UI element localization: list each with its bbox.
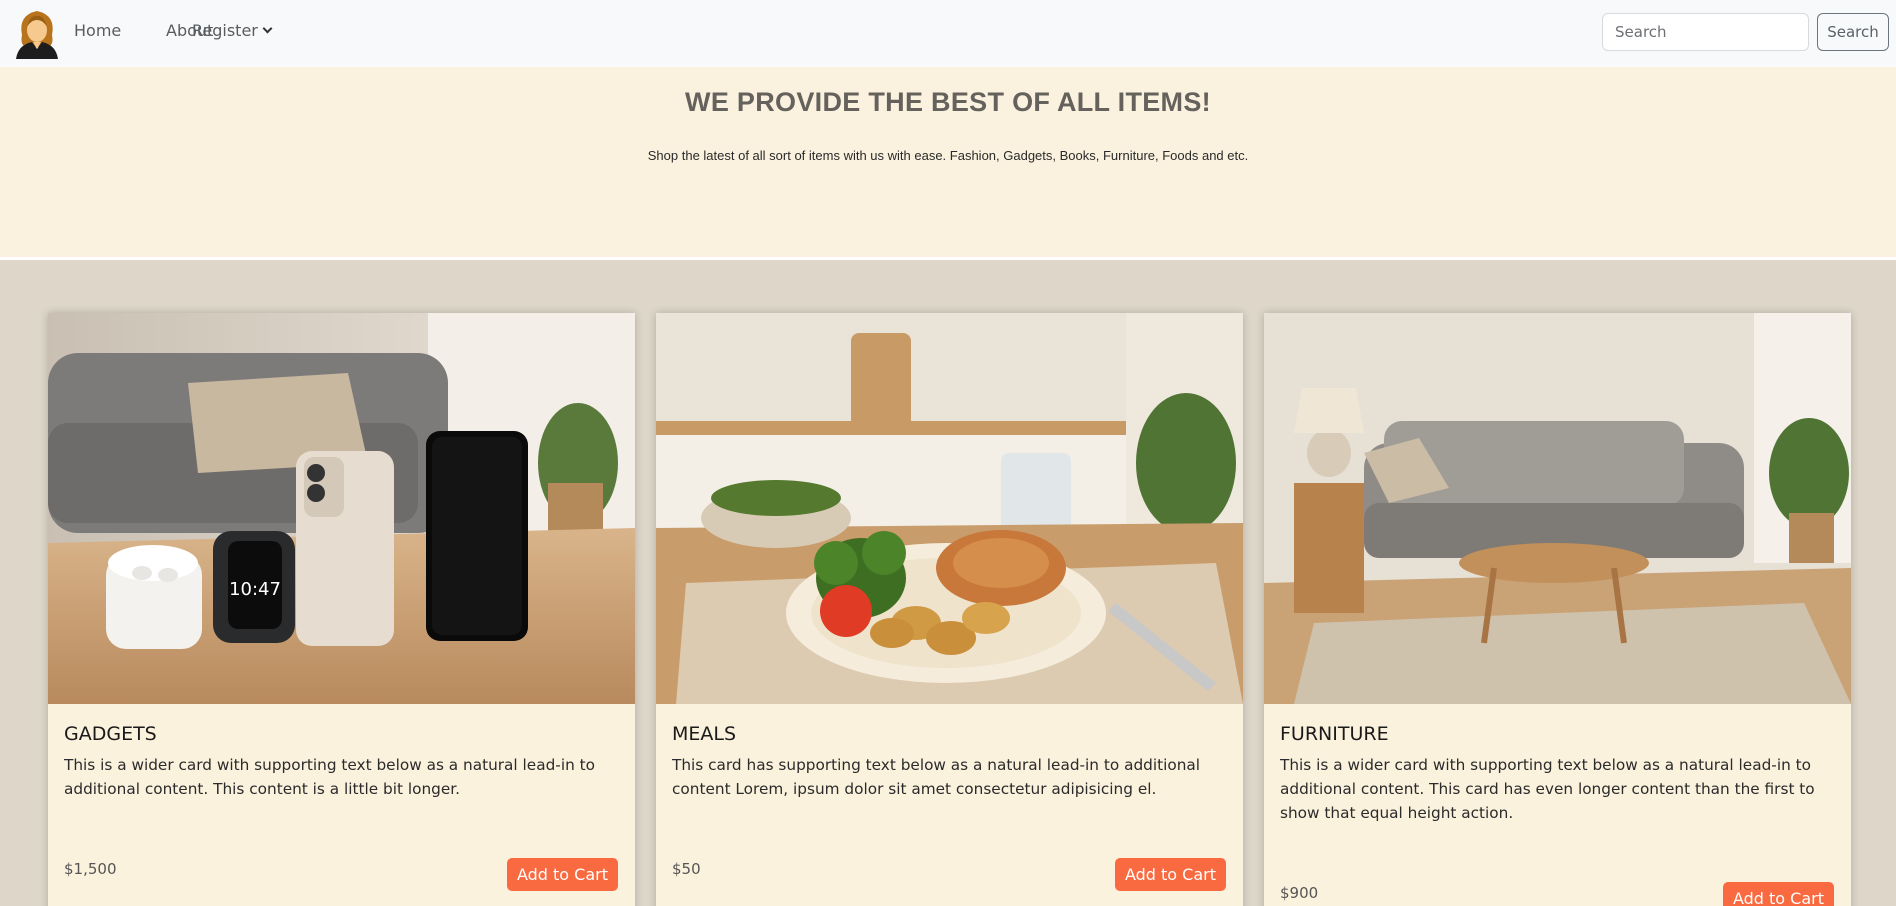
card-price: $50 <box>672 860 701 878</box>
card-text: This is a wider card with supporting tex… <box>64 756 595 798</box>
nav-register-dropdown[interactable]: Register <box>192 21 273 40</box>
card-text: This card has supporting text below as a… <box>672 756 1201 798</box>
furniture-image <box>1264 313 1851 704</box>
navbar: Home About Register Search <box>0 0 1896 67</box>
watch-time: 10:47 <box>229 579 281 600</box>
nav-home-link[interactable]: Home <box>74 21 121 40</box>
search-button[interactable]: Search <box>1817 13 1889 51</box>
card-title: MEALS <box>672 723 737 745</box>
register-label: Register <box>192 21 258 40</box>
hero-banner: WE PROVIDE THE BEST OF ALL ITEMS! Shop t… <box>0 67 1896 260</box>
hero-title: WE PROVIDE THE BEST OF ALL ITEMS! <box>685 87 1211 117</box>
meals-image <box>656 313 1243 704</box>
add-to-cart-button[interactable]: Add to Cart <box>506 858 618 891</box>
card-text: This is a wider card with supporting tex… <box>1280 756 1815 822</box>
add-to-cart-button[interactable]: Add to Cart <box>1114 858 1226 891</box>
product-card-meals: MEALS This card has supporting text belo… <box>656 313 1243 906</box>
search-input[interactable] <box>1602 13 1809 51</box>
hero-subtitle: Shop the latest of all sort of items wit… <box>647 148 1249 163</box>
product-card-gadgets: 10:47 GADGETS This is a wider card with … <box>48 313 635 906</box>
product-card-furniture: FURNITURE This is a wider card with supp… <box>1264 313 1851 906</box>
gadgets-image: 10:47 <box>48 313 635 704</box>
card-price: $1,500 <box>64 860 117 878</box>
chevron-down-icon <box>262 23 273 34</box>
user-avatar-logo[interactable] <box>10 5 64 59</box>
card-price: $900 <box>1280 884 1319 902</box>
card-title: FURNITURE <box>1280 723 1389 745</box>
add-to-cart-button[interactable]: Add to Cart <box>1722 882 1834 906</box>
card-title: GADGETS <box>64 723 157 745</box>
